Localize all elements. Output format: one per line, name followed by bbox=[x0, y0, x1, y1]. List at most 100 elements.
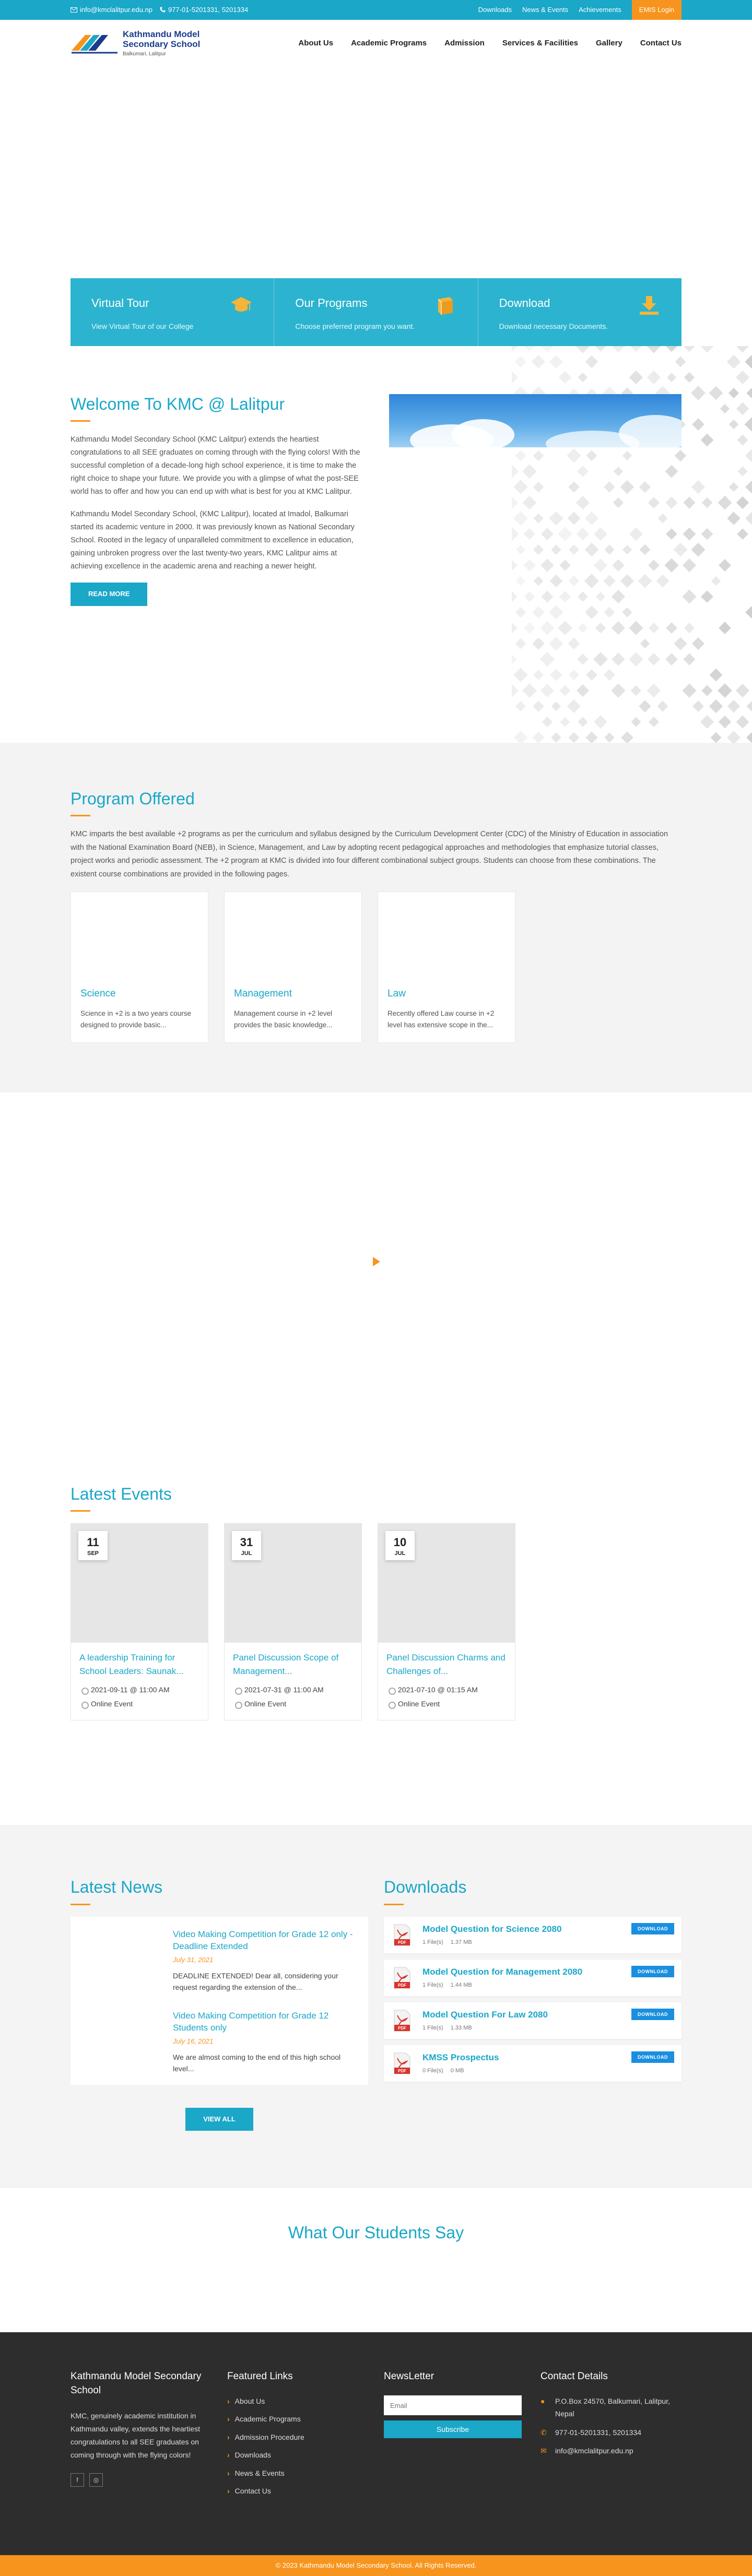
hero-slider[interactable] bbox=[0, 67, 752, 278]
top-link-downloads[interactable]: Downloads bbox=[478, 5, 512, 16]
logo-line3: Balkumari, Lalitpur bbox=[123, 51, 200, 57]
program-cards: Science Science in +2 is a two years cou… bbox=[70, 892, 682, 1043]
download-item-title[interactable]: KMSS Prospectus bbox=[422, 2050, 499, 2064]
diamond-shape bbox=[736, 684, 750, 698]
welcome-section: Welcome To KMC @ Lalitpur Kathmandu Mode… bbox=[0, 346, 752, 743]
nav-contact-us[interactable]: Contact Us bbox=[640, 37, 682, 50]
news-item-title[interactable]: Video Making Competition for Grade 12 on… bbox=[173, 1928, 359, 1953]
top-email[interactable]: info@kmclalitpur.edu.np bbox=[70, 5, 152, 16]
svg-text:PDF: PDF bbox=[398, 1940, 406, 1945]
event-time: 2021-09-11 @ 11:00 AM bbox=[79, 1683, 199, 1697]
downloads-panel: Downloads PDF Model Question for Science… bbox=[384, 1877, 682, 2131]
download-item-title[interactable]: Model Question for Science 2080 bbox=[422, 1922, 561, 1936]
diamond-shape bbox=[702, 497, 713, 508]
feature-download[interactable]: Download Download necessary Documents. bbox=[478, 278, 682, 346]
download-button[interactable]: DOWNLOAD bbox=[631, 1966, 674, 1977]
diamond-shape bbox=[701, 590, 713, 603]
event-card[interactable]: 10 JUL Panel Discussion Charms and Chall… bbox=[378, 1523, 515, 1720]
footer-link-downloads[interactable]: Downloads bbox=[227, 2449, 368, 2461]
nav-academic-programs[interactable]: Academic Programs bbox=[351, 37, 427, 50]
play-icon[interactable] bbox=[373, 1257, 380, 1266]
footer-link-contact-us[interactable]: Contact Us bbox=[227, 2485, 368, 2497]
footer-link-academic-programs[interactable]: Academic Programs bbox=[227, 2413, 368, 2425]
diamond-shape bbox=[736, 346, 749, 352]
view-all-news-button[interactable]: VIEW ALL bbox=[185, 2108, 253, 2131]
cloud-shape bbox=[452, 419, 514, 447]
diamond-shape bbox=[657, 701, 668, 712]
news-item[interactable]: Video Making Competition for Grade 12 on… bbox=[80, 1922, 359, 2003]
nav-gallery[interactable]: Gallery bbox=[596, 37, 622, 50]
news-item-title[interactable]: Video Making Competition for Grade 12 St… bbox=[173, 2010, 359, 2035]
footer-link-about-us[interactable]: About Us bbox=[227, 2395, 368, 2407]
diamond-shape bbox=[746, 388, 752, 398]
top-phone-text: 977-01-5201331, 5201334 bbox=[168, 5, 248, 16]
news-item-date: July 31, 2021 bbox=[173, 1955, 359, 1966]
program-card-management[interactable]: Management Management course in +2 level… bbox=[224, 892, 362, 1043]
nav-about-us[interactable]: About Us bbox=[298, 37, 333, 50]
diamond-shape bbox=[729, 482, 738, 492]
program-card-title[interactable]: Law bbox=[387, 986, 506, 1002]
footer-link-admission-procedure[interactable]: Admission Procedure bbox=[227, 2431, 368, 2443]
diamond-shape bbox=[631, 717, 641, 727]
top-phone[interactable]: 977-01-5201331, 5201334 bbox=[160, 5, 248, 16]
facebook-icon[interactable]: f bbox=[70, 2473, 84, 2487]
diamond-shape bbox=[736, 371, 749, 384]
download-item-title[interactable]: Model Question For Law 2080 bbox=[422, 2008, 548, 2022]
contact-email[interactable]: info@kmclalitpur.edu.np bbox=[555, 2445, 633, 2458]
feature-title: Virtual Tour bbox=[91, 294, 253, 312]
news-item[interactable]: Video Making Competition for Grade 12 St… bbox=[80, 2003, 359, 2085]
program-card-law[interactable]: Law Recently offered Law course in +2 le… bbox=[378, 892, 515, 1043]
diamond-shape bbox=[648, 653, 660, 666]
event-day: 10 bbox=[385, 1536, 415, 1549]
program-card-title[interactable]: Management bbox=[234, 986, 352, 1002]
emis-login-button[interactable]: EMIS Login bbox=[632, 0, 682, 20]
download-button[interactable]: DOWNLOAD bbox=[631, 2009, 674, 2020]
diamond-shape bbox=[540, 652, 555, 667]
nav-services-facilities[interactable]: Services & Facilities bbox=[502, 37, 578, 50]
diamond-shape bbox=[604, 732, 614, 742]
newsletter-email-input[interactable] bbox=[384, 2395, 522, 2415]
event-title[interactable]: Panel Discussion Charms and Challenges o… bbox=[386, 1651, 507, 1678]
download-button[interactable]: DOWNLOAD bbox=[631, 2051, 674, 2063]
diamond-shape bbox=[612, 652, 625, 666]
envelope-icon bbox=[70, 7, 77, 13]
title-underline bbox=[70, 1904, 90, 1905]
nav-admission[interactable]: Admission bbox=[444, 37, 485, 50]
contact-phone[interactable]: 977-01-5201331, 5201334 bbox=[555, 2427, 641, 2439]
event-day: 31 bbox=[232, 1536, 261, 1549]
diamond-shape bbox=[729, 420, 739, 430]
download-item-title[interactable]: Model Question for Management 2080 bbox=[422, 1965, 582, 1979]
diamond-shape bbox=[737, 434, 748, 445]
event-title[interactable]: A leadership Training for School Leaders… bbox=[79, 1651, 199, 1678]
diamond-shape bbox=[711, 576, 721, 586]
program-card-science[interactable]: Science Science in +2 is a two years cou… bbox=[70, 892, 208, 1043]
subscribe-button[interactable]: Subscribe bbox=[384, 2420, 522, 2438]
news-thumbnail bbox=[80, 1928, 163, 1996]
top-link-news-events[interactable]: News & Events bbox=[522, 5, 568, 16]
site-logo[interactable]: Kathmandu Model Secondary School Balkuma… bbox=[70, 30, 200, 56]
feature-our-programs[interactable]: Our Programs Choose preferred program yo… bbox=[274, 278, 478, 346]
diamond-shape bbox=[515, 638, 526, 649]
diamond-shape bbox=[736, 402, 749, 416]
read-more-button[interactable]: READ MORE bbox=[70, 583, 147, 606]
footer-links: Featured Links About Us Academic Program… bbox=[227, 2370, 368, 2503]
feature-virtual-tour[interactable]: Virtual Tour View Virtual Tour of our Co… bbox=[70, 278, 274, 346]
event-card[interactable]: 31 JUL Panel Discussion Scope of Managem… bbox=[224, 1523, 362, 1720]
event-card[interactable]: 11 SEP A leadership Training for School … bbox=[70, 1523, 208, 1720]
diamond-shape bbox=[745, 355, 752, 368]
title-underline bbox=[70, 815, 90, 816]
event-title[interactable]: Panel Discussion Scope of Management... bbox=[233, 1651, 353, 1678]
diamond-shape bbox=[585, 606, 598, 619]
download-button[interactable]: DOWNLOAD bbox=[631, 1923, 674, 1934]
download-item: PDF Model Question For Law 2080 1 File(s… bbox=[384, 2002, 682, 2039]
program-card-title[interactable]: Science bbox=[80, 986, 198, 1002]
diamond-shape bbox=[512, 684, 519, 697]
instagram-icon[interactable]: ◎ bbox=[89, 2473, 103, 2487]
footer-link-news-events[interactable]: News & Events bbox=[227, 2467, 368, 2479]
diamond-shape bbox=[709, 386, 723, 400]
diamond-shape bbox=[682, 683, 696, 697]
diamond-shape bbox=[515, 701, 526, 711]
diamond-shape bbox=[560, 685, 571, 696]
title-underline bbox=[70, 420, 90, 422]
top-link-achievements[interactable]: Achievements bbox=[579, 5, 621, 16]
